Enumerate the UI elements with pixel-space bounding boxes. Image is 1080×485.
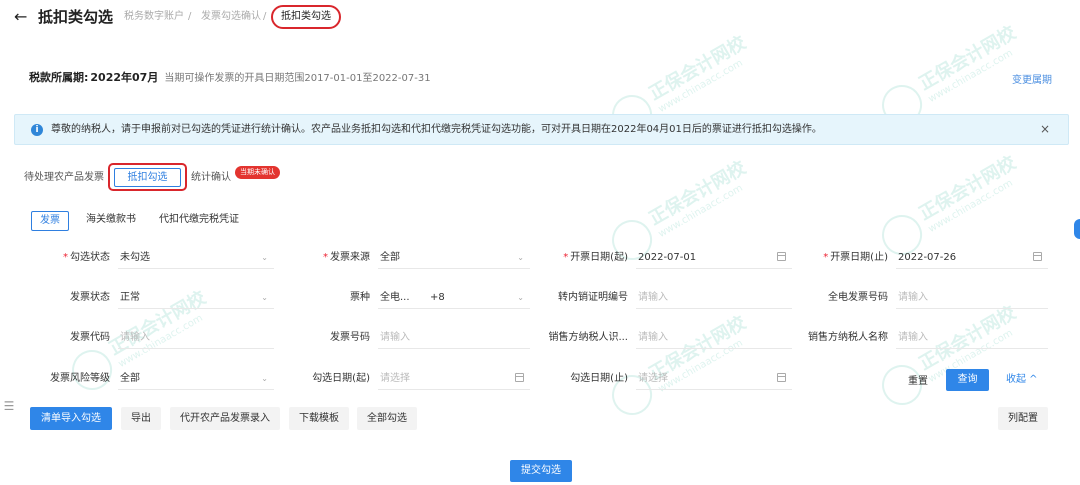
select-invoice-status[interactable]: 正常 ⌄ <box>118 287 274 309</box>
close-icon[interactable]: × <box>1040 122 1050 136</box>
filter-label: 票种 <box>350 292 370 303</box>
chevron-down-icon: ⌄ <box>261 374 268 383</box>
filter-label: * 勾选状态 <box>63 252 110 263</box>
date-end[interactable]: 2022-07-26 <box>896 247 1048 269</box>
subtab-customs-bill[interactable]: 海关缴款书 <box>78 211 144 231</box>
query-button[interactable]: 查询 <box>946 369 989 391</box>
notice-text: 尊敬的纳税人，请于申报前对已勾选的凭证进行统计确认。农产品业务抵扣勾选和代扣代缴… <box>51 124 822 135</box>
filter-label: 勾选日期(起) <box>312 373 370 384</box>
filter-row: 发票代码 请输入 发票号码 请输入 销售方纳税人识... 请输入 销售方纳税人名… <box>0 327 1080 351</box>
filter-label: 发票状态 <box>70 292 110 303</box>
e-invoice-number-input[interactable]: 请输入 <box>896 287 1048 309</box>
seller-name-input[interactable]: 请输入 <box>896 327 1048 349</box>
info-icon: i <box>31 124 43 136</box>
filter-label: * 开票日期(起) <box>563 252 628 263</box>
tab-pending-agricultural[interactable]: 待处理农产品发票 <box>24 172 104 184</box>
calendar-icon <box>515 373 524 382</box>
tax-period-label: 税款所属期: <box>29 71 89 84</box>
select-source[interactable]: 全部 ⌄ <box>378 247 530 269</box>
arrow-left-icon[interactable]: ← <box>14 8 27 26</box>
change-period-link[interactable]: 变更属期 <box>1012 71 1052 86</box>
tax-period-value: 2022年07月 <box>90 71 159 84</box>
agri-invoice-entry-button[interactable]: 代开农产品发票录入 <box>170 407 280 430</box>
subtab-invoice[interactable]: 发票 <box>31 211 69 231</box>
reset-button[interactable]: 重置 <box>897 371 939 393</box>
filter-label: 发票代码 <box>70 332 110 343</box>
invoice-number-input[interactable]: 请输入 <box>378 327 530 349</box>
select-risk-level[interactable]: 全部 ⌄ <box>118 368 274 390</box>
chevron-down-icon: ⌄ <box>517 293 524 302</box>
filter-label: 销售方纳税人名称 <box>808 332 888 343</box>
select-date-end[interactable]: 请选择 <box>636 368 792 390</box>
notice-banner: i 尊敬的纳税人，请于申报前对已勾选的凭证进行统计确认。农产品业务抵扣勾选和代扣… <box>14 114 1069 145</box>
column-config-button[interactable]: 列配置 <box>998 407 1048 430</box>
date-start[interactable]: 2022-07-01 <box>636 247 792 269</box>
floating-handle[interactable] <box>1074 219 1080 239</box>
tax-period-hint: 当期可操作发票的开具日期范围2017-01-01至2022-07-31 <box>164 73 431 84</box>
main-tabs: 待处理农产品发票 抵扣勾选 统计确认 当期未确认 <box>0 160 400 196</box>
page-title: 抵扣类勾选 <box>38 8 114 26</box>
calendar-icon <box>777 252 786 261</box>
invoice-code-input[interactable]: 请输入 <box>118 327 274 349</box>
export-button[interactable]: 导出 <box>121 407 161 430</box>
tab-deduction-select[interactable]: 抵扣勾选 <box>108 163 187 191</box>
filter-label: 勾选日期(止) <box>570 373 628 384</box>
filter-label: * 发票来源 <box>323 252 370 263</box>
filter-label: 转内销证明编号 <box>558 292 628 303</box>
download-template-button[interactable]: 下载模板 <box>289 407 349 430</box>
filter-row: 发票状态 正常 ⌄ 票种 全电... +8 ⌄ 转内销证明编号 请输入 全电发票号码 … <box>0 287 1080 311</box>
import-select-button[interactable]: 清单导入勾选 <box>30 407 112 430</box>
calendar-icon <box>1033 252 1042 261</box>
filter-label: 销售方纳税人识... <box>548 332 628 343</box>
menu-icon[interactable]: ☰ <box>0 396 18 416</box>
chevron-down-icon: ⌄ <box>517 253 524 262</box>
tab-statistics-confirm[interactable]: 统计确认 <box>191 172 231 184</box>
breadcrumb-item[interactable]: 税务数字账户 <box>124 11 184 23</box>
select-date-start[interactable]: 请选择 <box>378 368 530 390</box>
filter-label: 发票风险等级 <box>50 373 110 384</box>
filter-label: * 开票日期(止) <box>823 252 888 263</box>
submit-button[interactable]: 提交勾选 <box>510 460 572 482</box>
collapse-button[interactable]: 收起 ^ <box>1006 373 1038 387</box>
calendar-icon <box>777 373 786 382</box>
breadcrumb-separator: / <box>188 11 192 22</box>
breadcrumb-separator: / <box>263 11 267 22</box>
filter-row: * 勾选状态 未勾选 ⌄ * 发票来源 全部 ⌄ * 开票日期(起) 2022-07-01… <box>0 247 1080 271</box>
breadcrumb-current: 抵扣类勾选 <box>271 5 341 29</box>
chevron-down-icon: ⌄ <box>261 293 268 302</box>
subtab-withholding-cert[interactable]: 代扣代缴完税凭证 <box>151 211 247 231</box>
tab-deduction-select-label: 抵扣勾选 <box>114 168 181 187</box>
select-all-button[interactable]: 全部勾选 <box>357 407 417 430</box>
select-status[interactable]: 未勾选 ⌄ <box>118 247 274 269</box>
seller-tax-id-input[interactable]: 请输入 <box>636 327 792 349</box>
tax-period: 税款所属期: 2022年07月 当期可操作发票的开具日期范围2017-01-01至2… <box>29 71 431 86</box>
chevron-down-icon: ⌄ <box>261 253 268 262</box>
filter-label: 发票号码 <box>330 332 370 343</box>
filter-label: 全电发票号码 <box>828 292 888 303</box>
page-header: ← 抵扣类勾选 税务数字账户 / 发票勾选确认 / 抵扣类勾选 <box>0 0 1080 36</box>
select-invoice-type[interactable]: 全电... +8 ⌄ <box>378 287 530 309</box>
transfer-cert-input[interactable]: 请输入 <box>636 287 792 309</box>
breadcrumb-item[interactable]: 发票勾选确认 <box>201 11 261 23</box>
status-badge: 当期未确认 <box>235 166 280 179</box>
